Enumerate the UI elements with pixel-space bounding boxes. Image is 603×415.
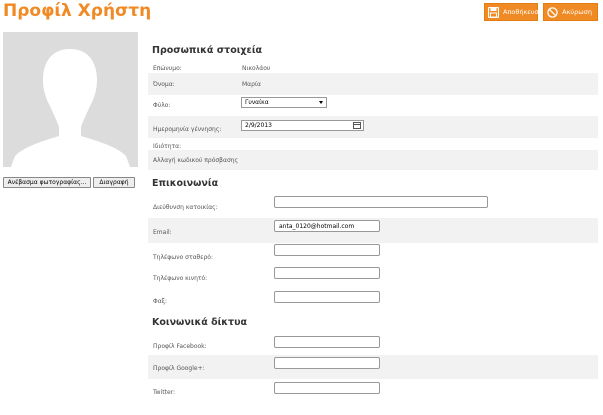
cancel-icon bbox=[547, 6, 558, 18]
name-row: Όνομα: Μαρία bbox=[148, 73, 598, 95]
google-label: Προφίλ Google+: bbox=[153, 365, 205, 372]
fax-row: Φαξ: bbox=[148, 290, 598, 313]
social-heading: Κοινωνικά δίκτυα bbox=[152, 317, 248, 328]
name-value: Μαρία bbox=[242, 81, 261, 88]
birthdate-label: Ημερομηνία γέννησης: bbox=[153, 126, 222, 133]
surname-value: Νικολάου bbox=[242, 65, 271, 72]
mobile-row: Τηλέφωνο κινητό: bbox=[148, 267, 598, 290]
google-row: Προφίλ Google+: bbox=[148, 355, 598, 379]
name-label: Όνομα: bbox=[153, 81, 175, 88]
avatar-placeholder-icon bbox=[3, 32, 138, 167]
cancel-button-label: Ακύρωση bbox=[562, 8, 592, 16]
user-profile-page: Προφίλ Χρήστη Αποθήκευση Ακύρωση Ανέβασμ… bbox=[0, 0, 603, 415]
gender-selected-value: Γυναίκα bbox=[245, 99, 269, 106]
cancel-button[interactable]: Ακύρωση bbox=[543, 3, 598, 21]
birthdate-value: 2/9/2013 bbox=[245, 122, 272, 129]
phone-input[interactable] bbox=[274, 244, 380, 256]
profile-photo bbox=[3, 32, 138, 167]
gender-select[interactable]: Γυναίκα bbox=[241, 97, 327, 108]
birthdate-input[interactable]: 2/9/2013 bbox=[241, 120, 364, 131]
page-title: Προφίλ Χρήστη bbox=[3, 1, 152, 21]
save-button-label: Αποθήκευση bbox=[503, 8, 543, 16]
mobile-label: Τηλέφωνο κινητό: bbox=[153, 275, 208, 282]
facebook-label: Προφίλ Facebook: bbox=[153, 343, 207, 350]
fax-input[interactable] bbox=[274, 291, 380, 303]
mobile-input[interactable] bbox=[274, 267, 380, 279]
phone-label: Τηλέφωνο σταθερό: bbox=[153, 254, 213, 261]
surname-label: Επώνυμο: bbox=[153, 65, 182, 72]
address-input[interactable] bbox=[274, 196, 488, 208]
calendar-icon[interactable] bbox=[353, 122, 361, 129]
change-password-link[interactable]: Αλλαγή κωδικού πρόσβασης bbox=[153, 157, 238, 164]
twitter-input[interactable] bbox=[274, 382, 380, 394]
delete-photo-button[interactable]: Διαγραφή bbox=[93, 177, 135, 188]
address-row: Διεύθυνση κατοικίας: bbox=[148, 193, 598, 218]
change-password-row[interactable]: Αλλαγή κωδικού πρόσβασης bbox=[148, 150, 598, 170]
contact-heading: Επικοινωνία bbox=[152, 178, 219, 189]
birthdate-row: Ημερομηνία γέννησης: 2/9/2013 bbox=[148, 116, 598, 138]
fax-label: Φαξ: bbox=[153, 298, 168, 305]
gender-row: Φύλο: Γυναίκα bbox=[148, 95, 598, 117]
gender-label: Φύλο: bbox=[153, 102, 171, 109]
facebook-row: Προφίλ Facebook: bbox=[148, 333, 598, 355]
save-button[interactable]: Αποθήκευση bbox=[484, 3, 543, 21]
facebook-input[interactable] bbox=[274, 336, 380, 348]
role-label: Ιδιότητα: bbox=[153, 143, 182, 150]
phone-row: Τηλέφωνο σταθερό: bbox=[148, 243, 598, 267]
chevron-down-icon bbox=[319, 101, 323, 104]
email-row: Email: anta_0120@hotmail.com bbox=[148, 218, 598, 243]
twitter-label: Twitter: bbox=[153, 389, 176, 396]
save-icon bbox=[488, 6, 499, 18]
upload-photo-button[interactable]: Ανέβασμα φωτογραφίας... bbox=[3, 177, 91, 188]
email-label: Email: bbox=[153, 229, 172, 236]
twitter-row: Twitter: bbox=[148, 379, 598, 401]
email-input[interactable]: anta_0120@hotmail.com bbox=[274, 220, 380, 232]
personal-info-heading: Προσωπικά στοιχεία bbox=[152, 45, 263, 56]
google-input[interactable] bbox=[274, 357, 380, 369]
address-label: Διεύθυνση κατοικίας: bbox=[153, 204, 218, 211]
